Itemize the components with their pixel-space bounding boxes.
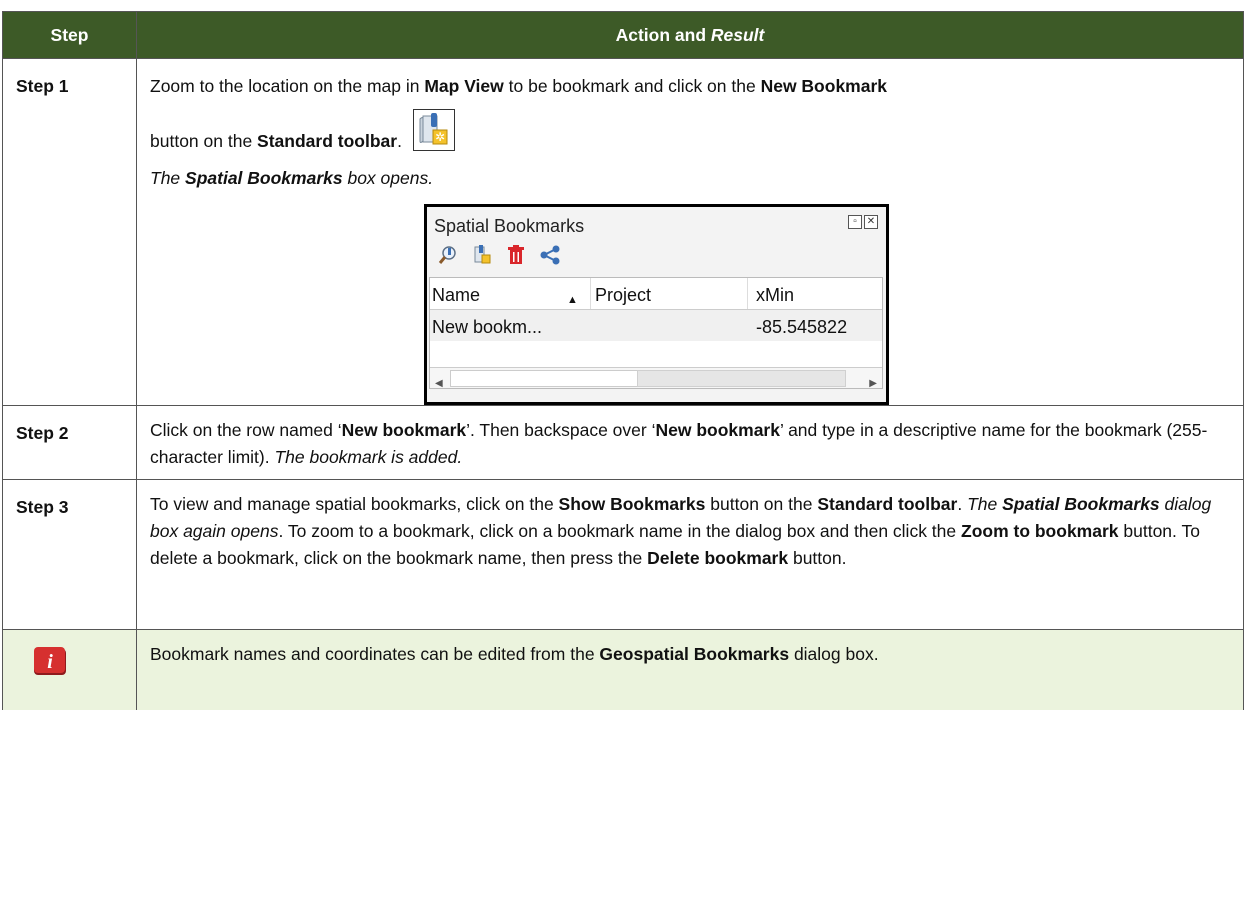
step-header: Step: [2, 11, 137, 59]
step-action: Zoom to the location on the map in Map V…: [136, 58, 1244, 406]
table-header: Step Action and Result: [2, 11, 1244, 59]
step-text: To view and manage spatial bookmarks, cl…: [150, 494, 1212, 568]
delete-bookmark-icon[interactable]: [505, 244, 527, 274]
table-row: Step 1 Zoom to the location on the map i…: [2, 58, 1244, 406]
horizontal-scrollbar[interactable]: ◀ ▶: [430, 367, 882, 389]
step-result: The Spatial Bookmarks box opens.: [150, 168, 434, 188]
scroll-right-icon[interactable]: ▶: [869, 370, 877, 397]
share-icon[interactable]: [539, 244, 561, 274]
instructions-table: Step Action and Result Step 1 Zoom to th…: [2, 11, 1244, 710]
dialog-title: Spatial Bookmarks: [434, 216, 585, 236]
scrollbar-thumb[interactable]: [450, 370, 638, 387]
step-text: button on the Standard toolbar. ✲: [150, 109, 1229, 155]
step-label: Step 3: [2, 479, 137, 630]
bookmarks-table: Name ▲ Project xMin New bookm... -85.545…: [429, 277, 883, 389]
step-label: Step 1: [2, 58, 137, 406]
note-row: i Bookmark names and coordinates can be …: [2, 629, 1244, 710]
step-text: Zoom to the location on the map in Map V…: [150, 76, 888, 96]
table-row: Step 3 To view and manage spatial bookma…: [2, 479, 1244, 630]
float-icon[interactable]: ▫: [848, 215, 862, 229]
bookmark-name[interactable]: New bookm...: [432, 314, 542, 341]
svg-text:i: i: [47, 651, 53, 673]
column-project[interactable]: Project: [595, 282, 651, 309]
table-row: Step 2 Click on the row named ‘New bookm…: [2, 405, 1244, 480]
step-label: Step 2: [2, 405, 137, 480]
svg-text:✲: ✲: [435, 130, 445, 144]
action-header: Action and Result: [136, 11, 1244, 59]
step-text: Click on the row named ‘New bookmark’. T…: [150, 420, 1208, 467]
new-bookmark-icon: ✲: [412, 109, 455, 151]
table-header: Name ▲ Project xMin: [430, 278, 882, 310]
new-bookmark-icon[interactable]: [471, 244, 493, 274]
scroll-left-icon[interactable]: ◀: [435, 370, 443, 397]
note-text: Bookmark names and coordinates can be ed…: [136, 629, 1244, 710]
spatial-bookmarks-dialog: Spatial Bookmarks ▫ ✕ Name ▲ Project xMi…: [424, 204, 889, 405]
bookmark-xmin: -85.545822: [756, 317, 848, 337]
close-icon[interactable]: ✕: [864, 215, 878, 229]
info-cell: i: [2, 629, 137, 710]
step-action: To view and manage spatial bookmarks, cl…: [136, 479, 1244, 630]
zoom-to-bookmark-icon[interactable]: [437, 244, 459, 274]
column-xmin[interactable]: xMin: [756, 282, 794, 309]
info-icon: i: [33, 647, 67, 680]
column-name[interactable]: Name: [432, 282, 480, 309]
table-row[interactable]: New bookm... -85.545822: [430, 310, 882, 341]
step-action: Click on the row named ‘New bookmark’. T…: [136, 405, 1244, 480]
